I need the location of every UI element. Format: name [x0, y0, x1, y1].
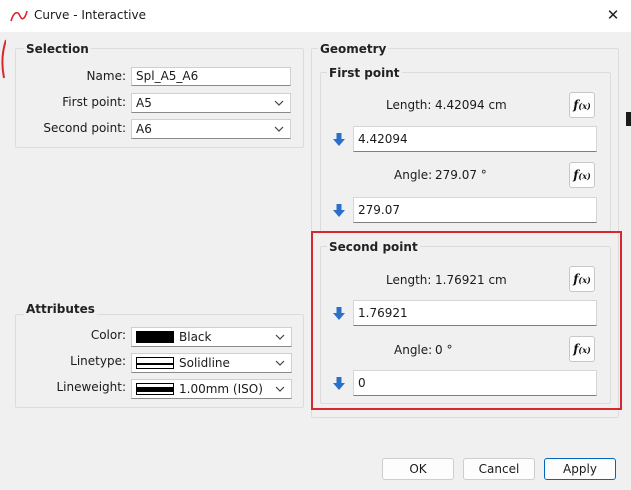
chevron-down-icon [275, 360, 285, 366]
ok-button[interactable]: OK [382, 458, 454, 480]
linetype-select[interactable]: Solidline [131, 353, 292, 373]
close-icon[interactable]: ✕ [603, 5, 623, 25]
highlight-box [311, 231, 622, 410]
curve-app-icon [10, 10, 28, 22]
lineweight-label: Lineweight: [56, 380, 126, 394]
first-angle-label: Angle: [394, 168, 433, 182]
linetype-label: Linetype: [70, 354, 126, 368]
chevron-down-icon [274, 126, 284, 132]
first-length-label: Length: [386, 98, 432, 112]
lineweight-select[interactable]: 1.00mm (ISO) [131, 379, 292, 399]
chevron-down-icon [274, 100, 284, 106]
color-select[interactable]: Black [131, 327, 292, 347]
first-point-select-value: A5 [136, 96, 152, 110]
color-label: Color: [90, 328, 126, 342]
function-icon[interactable]: f(x) [569, 162, 595, 188]
cancel-button[interactable]: Cancel [463, 458, 535, 480]
background-fragment [626, 112, 631, 126]
second-point-select[interactable]: A6 [131, 119, 291, 139]
name-field[interactable]: Spl_A5_A6 [131, 67, 291, 86]
lineweight-swatch [136, 383, 174, 395]
color-swatch [136, 331, 174, 343]
window-title: Curve - Interactive [34, 8, 147, 22]
down-arrow-icon[interactable] [333, 133, 345, 146]
attributes-title: Attributes [24, 302, 97, 316]
function-icon[interactable]: f(x) [569, 92, 595, 118]
second-point-select-value: A6 [136, 122, 152, 136]
first-length-input[interactable]: 4.42094 [353, 126, 597, 152]
first-point-select[interactable]: A5 [131, 93, 291, 113]
down-arrow-icon[interactable] [333, 204, 345, 217]
first-point-title: First point [327, 66, 402, 80]
linetype-select-value: Solidline [179, 356, 230, 370]
linetype-swatch [136, 357, 174, 369]
first-point-label: First point: [62, 95, 126, 109]
color-select-value: Black [179, 330, 212, 344]
first-angle-input[interactable]: 279.07 [353, 197, 597, 223]
geometry-title: Geometry [318, 42, 389, 56]
background-curve-fragment [1, 39, 6, 79]
second-point-label: Second point: [43, 121, 126, 135]
apply-button[interactable]: Apply [544, 458, 616, 480]
selection-title: Selection [24, 42, 91, 56]
chevron-down-icon [275, 386, 285, 392]
chevron-down-icon [275, 334, 285, 340]
name-label: Name: [86, 69, 126, 83]
first-angle-value: 279.07 ° [435, 168, 487, 182]
lineweight-select-value: 1.00mm (ISO) [179, 382, 263, 396]
first-length-value: 4.42094 cm [435, 98, 507, 112]
